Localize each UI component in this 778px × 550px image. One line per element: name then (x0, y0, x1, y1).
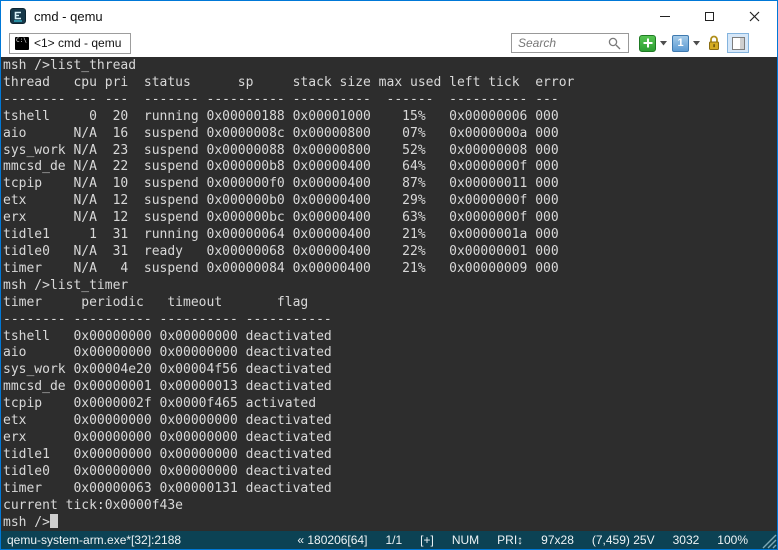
minimize-button[interactable] (642, 2, 687, 31)
status-cell[interactable]: 3032 (664, 533, 709, 547)
close-icon (749, 11, 760, 22)
search-icon[interactable] (608, 37, 621, 50)
status-cell[interactable]: (7,459) 25V (583, 533, 664, 547)
new-console-button[interactable] (639, 35, 656, 52)
maximize-button[interactable] (687, 2, 732, 31)
main-menu-button[interactable] (753, 35, 771, 51)
active-console-button[interactable]: 1 (672, 35, 689, 52)
titlebar: cmd - qemu (1, 1, 777, 31)
conemu-app-icon (10, 8, 26, 24)
cmd-icon: C:\ (15, 37, 29, 50)
status-cell[interactable]: NUM (443, 533, 488, 547)
new-console-dropdown-icon[interactable] (660, 41, 667, 46)
resize-grip[interactable] (757, 531, 777, 549)
status-bar: qemu-system-arm.exe*[32]:2188 « 180206[6… (1, 531, 777, 549)
prompt-line: msh /> (3, 514, 777, 531)
window-title: cmd - qemu (34, 9, 642, 24)
status-cell[interactable]: PRI↕ (488, 533, 532, 547)
terminal-cursor (50, 514, 58, 528)
tab-label: <1> cmd - qemu (34, 36, 121, 50)
console-list-dropdown-icon[interactable] (693, 41, 700, 46)
status-cell[interactable]: 97x28 (532, 533, 583, 547)
status-cells: « 180206[64]1/1[+]NUMPRI↕97x28(7,459) 25… (288, 533, 757, 547)
minimize-icon (660, 16, 670, 17)
lock-icon[interactable] (705, 34, 723, 52)
terminal-pane[interactable]: msh />list_thread thread cpu pri status … (1, 57, 777, 531)
panel-toggle-button[interactable] (727, 33, 749, 53)
status-cell[interactable]: « 180206[64] (288, 533, 376, 547)
status-cell[interactable]: 100% (708, 533, 757, 547)
status-cell[interactable]: [+] (411, 533, 443, 547)
maximize-icon (705, 12, 714, 21)
status-cell[interactable]: 1/1 (376, 533, 411, 547)
search-input[interactable] (518, 36, 608, 50)
tab-toolbar: C:\ <1> cmd - qemu 1 (1, 31, 777, 57)
tab-cmd-qemu[interactable]: C:\ <1> cmd - qemu (9, 33, 131, 54)
search-box (511, 33, 629, 53)
conemu-window: cmd - qemu C:\ <1> cmd - qemu 1 (0, 0, 778, 550)
close-button[interactable] (732, 2, 777, 31)
status-process-name: qemu-system-arm.exe*[32]:2188 (1, 533, 288, 547)
panel-icon (732, 37, 745, 50)
shell-prompt: msh /> (3, 515, 50, 530)
terminal-output: msh />list_thread thread cpu pri status … (3, 58, 777, 514)
